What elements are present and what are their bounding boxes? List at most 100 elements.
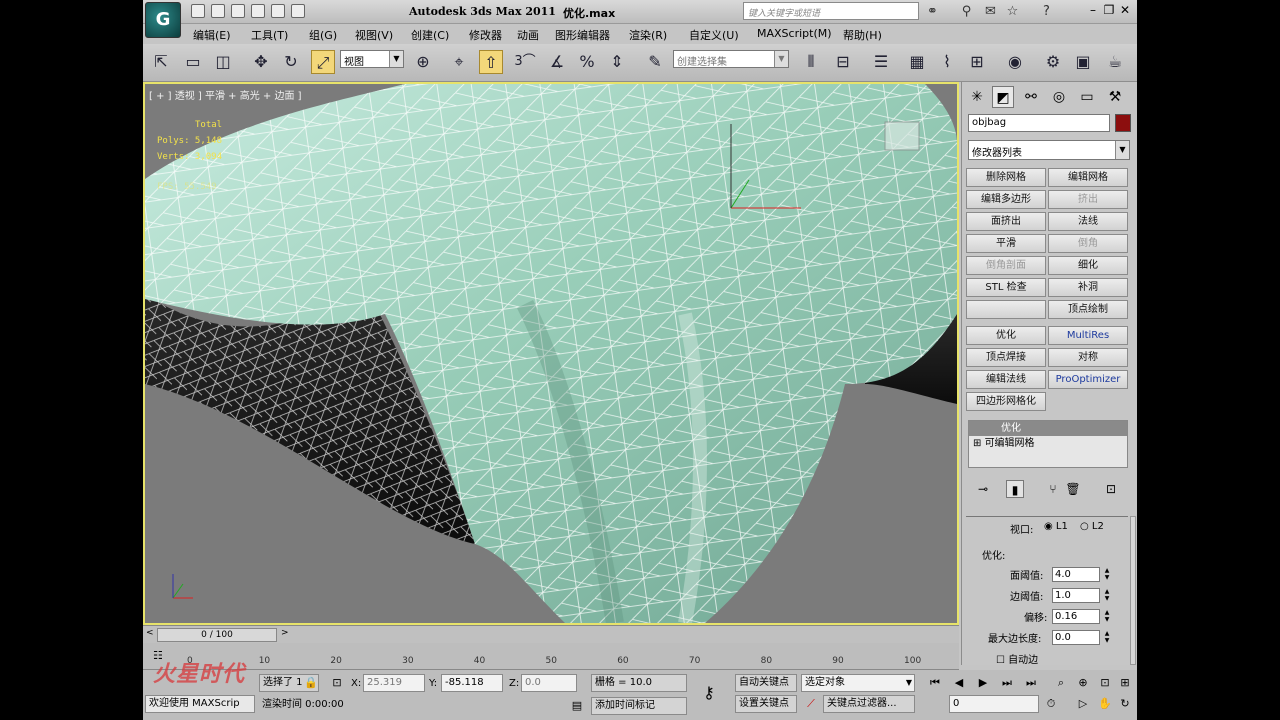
material-editor-icon[interactable]: ◉ [1003, 50, 1027, 74]
curve-editor-icon[interactable]: ⌇ [935, 50, 959, 74]
layer-manager-icon[interactable]: ☰ [869, 50, 893, 74]
modifier-button[interactable]: 面挤出 [966, 212, 1046, 231]
menu-animation[interactable]: 动画 [517, 27, 539, 43]
modifier-button[interactable]: STL 检查 [966, 278, 1046, 297]
play-icon[interactable]: ▶ [973, 674, 993, 692]
object-name-field[interactable]: objbag [968, 114, 1110, 132]
schematic-view-icon[interactable]: ⊞ [965, 50, 989, 74]
modifier-button[interactable]: 平滑 [966, 234, 1046, 253]
select-region-icon[interactable]: ▭ [181, 50, 205, 74]
key-icon[interactable]: ⚷ [699, 684, 719, 702]
l1-radio[interactable]: ◉ L1 [1044, 521, 1068, 532]
modifier-list-dropdown[interactable]: 修改器列表 ▼ [968, 140, 1130, 160]
panel-scrollbar[interactable] [1130, 516, 1136, 665]
modifier-button[interactable]: 挤出 [1048, 190, 1128, 209]
menu-rendering[interactable]: 渲染(R) [629, 27, 667, 43]
modifier-button[interactable]: 倒角剖面 [966, 256, 1046, 275]
next-frame-icon[interactable]: ⏭ [997, 674, 1017, 692]
field-of-view-icon[interactable]: ▷ [1073, 695, 1093, 713]
viewport-label[interactable]: [ + ] 透视 ] 平滑 + 高光 + 边面 ] [149, 87, 302, 102]
z-coordinate-field[interactable]: 0.0 [521, 674, 577, 692]
modifier-button[interactable]: ProOptimizer [1048, 370, 1128, 389]
favorites-icon[interactable]: ☆ [1005, 4, 1020, 19]
pivot-center-icon[interactable]: ⊕ [411, 50, 435, 74]
display-tab-icon[interactable]: ▭ [1076, 86, 1098, 108]
keyboard-shortcut-override-icon[interactable]: ⇧ [479, 50, 503, 74]
snaps-toggle-icon[interactable]: 3⌒ [513, 50, 537, 74]
select-move-icon[interactable]: ✥ [249, 50, 273, 74]
minimize-button[interactable]: – [1085, 2, 1101, 18]
close-button[interactable]: ✕ [1117, 2, 1133, 18]
edit-named-selection-icon[interactable]: ✎ [643, 50, 667, 74]
go-to-start-icon[interactable]: ⏮ [925, 674, 945, 692]
modifier-button[interactable]: 四边形网格化 [966, 392, 1046, 411]
communication-icon[interactable]: ✉ [983, 4, 998, 19]
help-icon[interactable]: ? [1039, 4, 1054, 19]
maxscript-listener[interactable]: 欢迎使用 MAXScrip [145, 695, 255, 713]
select-rotate-icon[interactable]: ↻ [279, 50, 303, 74]
modifier-button[interactable]: 顶点焊接 [966, 348, 1046, 367]
app-logo-button[interactable]: G [145, 2, 181, 38]
menu-edit[interactable]: 编辑(E) [193, 27, 231, 43]
zoom-extents-all-icon[interactable]: ⊞ [1115, 674, 1135, 692]
y-coordinate-field[interactable]: -85.118 [441, 674, 503, 692]
modifier-button[interactable]: 编辑多边形 [966, 190, 1046, 209]
utilities-tab-icon[interactable]: ⚒ [1104, 86, 1126, 108]
perspective-viewport[interactable]: [ + ] 透视 ] 平滑 + 高光 + 边面 ] Total Polys: 5… [143, 82, 959, 625]
select-link-icon[interactable]: ⇱ [149, 50, 173, 74]
time-config-icon[interactable]: ⏱ [1041, 695, 1061, 713]
modifier-button[interactable]: 优化 [966, 326, 1046, 345]
menu-group[interactable]: 组(G) [309, 27, 337, 43]
zoom-extents-icon[interactable]: ⊡ [1095, 674, 1115, 692]
add-time-tag[interactable]: 添加时间标记 [591, 697, 687, 715]
menu-modifiers[interactable]: 修改器 [469, 27, 502, 43]
menu-views[interactable]: 视图(V) [355, 27, 393, 43]
selected-object-dropdown[interactable]: 选定对象 ▼ [801, 674, 915, 692]
modifier-button[interactable]: 细化 [1048, 256, 1128, 275]
modifier-button[interactable]: 编辑法线 [966, 370, 1046, 389]
go-to-end-icon[interactable]: ⏭ [1021, 674, 1041, 692]
create-tab-icon[interactable]: ✳ [966, 86, 988, 108]
make-unique-icon[interactable]: ⑂ [1044, 480, 1062, 498]
time-tag-icon[interactable]: ▤ [567, 697, 587, 715]
time-prev-icon[interactable]: < [146, 628, 154, 638]
modifier-button[interactable] [966, 300, 1046, 319]
track-bar[interactable]: ☷ 0 10 20 30 40 50 60 70 80 90 100 [143, 643, 959, 670]
face-threshold-input[interactable]: 4.0 [1052, 567, 1100, 582]
bias-input[interactable]: 0.16 [1052, 609, 1100, 624]
menu-tools[interactable]: 工具(T) [251, 27, 288, 43]
modifier-button[interactable]: 对称 [1048, 348, 1128, 367]
previous-frame-icon[interactable]: ◀ [949, 674, 969, 692]
zoom-all-icon[interactable]: ⊕ [1073, 674, 1093, 692]
show-end-result-icon[interactable]: ▮ [1006, 480, 1024, 498]
l2-radio[interactable]: ○ L2 [1080, 521, 1104, 532]
spinner-arrows-icon[interactable]: ▲ ▼ [1102, 609, 1112, 624]
configure-sets-icon[interactable]: ⊡ [1102, 480, 1120, 498]
restore-button[interactable]: ❐ [1101, 2, 1117, 18]
spinner-arrows-icon[interactable]: ▲ ▼ [1102, 630, 1112, 645]
render-teapot-icon[interactable]: ☕ [1103, 50, 1127, 74]
set-key-icon[interactable]: ⟋ [801, 695, 821, 713]
spinner-snap-icon[interactable]: ⇕ [605, 50, 629, 74]
set-key-button[interactable]: 设置关键点 [735, 695, 797, 713]
modifier-button[interactable]: 法线 [1048, 212, 1128, 231]
align-icon[interactable]: ⊟ [831, 50, 855, 74]
motion-tab-icon[interactable]: ◎ [1048, 86, 1070, 108]
x-coordinate-field[interactable]: 25.319 [363, 674, 425, 692]
open-file-icon[interactable] [211, 4, 225, 18]
subscription-icon[interactable]: ⚲ [959, 4, 974, 19]
angle-snap-icon[interactable]: ∡ [545, 50, 569, 74]
remove-modifier-icon[interactable]: 🗑 [1064, 480, 1082, 498]
graphite-tools-icon[interactable]: ▦ [905, 50, 929, 74]
modifier-button[interactable]: MultiRes [1048, 326, 1128, 345]
spinner-arrows-icon[interactable]: ▲ ▼ [1102, 588, 1112, 603]
window-crossing-icon[interactable]: ◫ [211, 50, 235, 74]
menu-help[interactable]: 帮助(H) [843, 27, 882, 43]
absolute-mode-icon[interactable]: ⊡ [327, 674, 347, 692]
modifier-button[interactable]: 删除网格 [966, 168, 1046, 187]
select-manipulate-icon[interactable]: ⌖ [447, 50, 471, 74]
modify-tab-icon[interactable]: ◩ [992, 86, 1014, 108]
ref-coord-dropdown[interactable]: 视图 ▼ [340, 50, 404, 68]
render-setup-icon[interactable]: ⚙ [1041, 50, 1065, 74]
time-next-icon[interactable]: > [281, 628, 289, 638]
